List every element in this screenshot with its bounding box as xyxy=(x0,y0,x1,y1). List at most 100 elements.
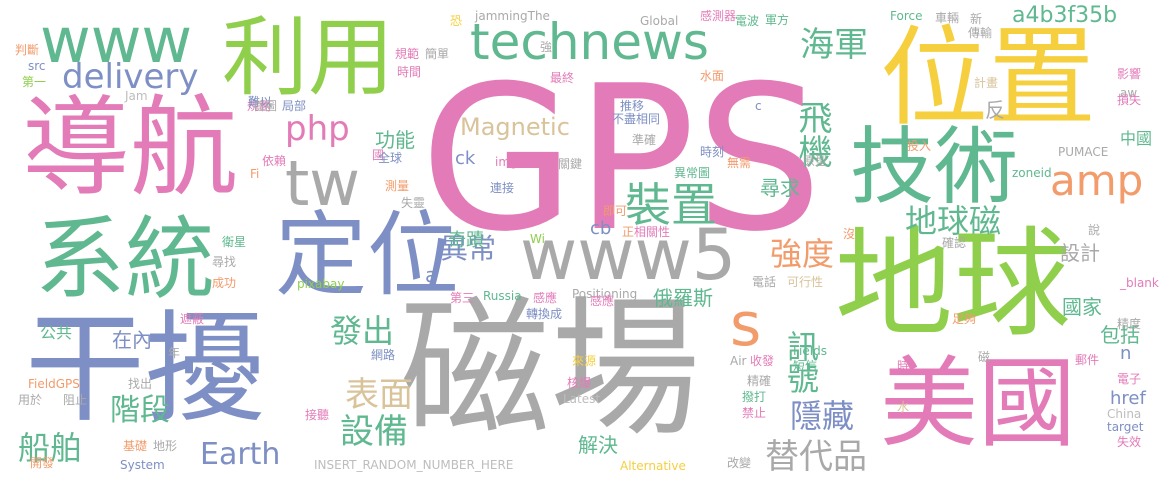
cloud-word: 改變 xyxy=(727,456,752,470)
cloud-word: cb xyxy=(590,218,612,239)
cloud-word: tw xyxy=(285,147,361,220)
cloud-word: 不盡相同 xyxy=(612,112,661,126)
cloud-word: 國家 xyxy=(1062,295,1102,319)
cloud-word: 用於 xyxy=(18,393,43,407)
cloud-word: 俄羅斯 xyxy=(653,286,713,310)
cloud-word: 核爆 xyxy=(567,376,592,390)
cloud-word: Fields xyxy=(793,344,827,358)
cloud-word: 無需 xyxy=(727,156,752,170)
cloud-word: 功能 xyxy=(375,128,415,152)
word-cloud: GPS 磁場 干擾 導航 位置 地球 美國 定位 系統 技術 technews 利用 www tw www5… xyxy=(0,0,1175,482)
cloud-word: 轉換成 xyxy=(526,307,563,321)
cloud-word: 即可 xyxy=(603,204,628,218)
cloud-word: 計畫 xyxy=(974,76,999,90)
cloud-word: Fi xyxy=(250,167,260,181)
cloud-word: 磁 xyxy=(978,350,991,364)
cloud-word: 反 xyxy=(985,98,1005,122)
cloud-word: 設備 xyxy=(340,412,408,452)
cloud-word: 美國 xyxy=(880,347,1077,461)
cloud-word: 損失 xyxy=(1117,93,1142,107)
cloud-word: 推移 xyxy=(620,99,645,113)
cloud-word: 準確 xyxy=(632,133,657,147)
cloud-word: 精度 xyxy=(1117,317,1142,331)
cloud-word: 裝置 xyxy=(625,178,717,232)
cloud-word: src xyxy=(28,59,46,73)
cloud-word: 恐 xyxy=(450,14,463,28)
cloud-word: 解決 xyxy=(578,433,618,457)
cloud-word: 成功 xyxy=(212,276,237,290)
cloud-word: 來源 xyxy=(572,354,597,368)
cloud-word: 公共 xyxy=(40,323,73,342)
cloud-word: 撥打 xyxy=(742,390,767,404)
cloud-word: INSERT_RANDOM_NUMBER_HERE xyxy=(314,458,514,472)
cloud-word: Force xyxy=(890,9,923,23)
cloud-word: 找出 xyxy=(128,377,153,391)
cloud-word: 衛星 xyxy=(222,235,247,249)
cloud-word: 軍方 xyxy=(765,13,790,27)
cloud-word: 簡單 xyxy=(425,47,450,61)
cloud-word: System xyxy=(120,458,165,472)
cloud-word: 隱藏 xyxy=(790,397,855,435)
cloud-word: 傳輸 xyxy=(968,26,993,40)
cloud-word: c xyxy=(755,99,762,113)
cloud-word: amp xyxy=(1050,156,1144,205)
cloud-word: 投入 xyxy=(907,139,932,153)
cloud-word: 遮蔽 xyxy=(180,312,205,326)
cloud-word: pixabay xyxy=(297,277,345,291)
cloud-word: 阻止 xyxy=(63,393,88,407)
cloud-word: 發出 xyxy=(330,312,395,350)
cloud-word: 在內 xyxy=(112,328,152,352)
cloud-word: ck xyxy=(455,148,476,169)
cloud-word: Jam xyxy=(125,89,148,103)
cloud-word: jammingThe xyxy=(475,9,550,23)
cloud-word: 影響 xyxy=(1117,67,1142,81)
cloud-word: 接聽 xyxy=(305,408,330,422)
cloud-word: 替代品 xyxy=(765,437,867,477)
cloud-word: target xyxy=(1107,420,1144,434)
cloud-word: 判斷 xyxy=(15,43,40,57)
cloud-word: 全球 xyxy=(378,151,403,165)
cloud-word: zoneid xyxy=(1012,166,1052,180)
cloud-word: FieldGPS xyxy=(28,377,80,391)
cloud-word: 規範 xyxy=(395,47,420,61)
cloud-word: 說 xyxy=(1088,223,1101,237)
cloud-word: 技術 xyxy=(850,118,1019,216)
cloud-word: 關鍵 xyxy=(558,157,583,171)
cloud-word: 強 xyxy=(540,40,553,54)
cloud-word: 足夠 xyxy=(952,312,977,326)
cloud-word: 相關性 xyxy=(634,225,671,239)
cloud-word: 時間 xyxy=(397,65,422,79)
cloud-word: 失效 xyxy=(1117,435,1142,449)
cloud-word: href xyxy=(1110,388,1146,409)
cloud-word: 原型 xyxy=(803,154,828,168)
cloud-word: Earth xyxy=(200,437,281,472)
cloud-word: 時刻 xyxy=(700,145,725,159)
cloud-word: 網路 xyxy=(371,348,396,362)
cloud-word: s xyxy=(730,290,762,360)
cloud-word: Latest xyxy=(563,392,601,406)
cloud-word: 地球磁 xyxy=(905,202,1002,240)
cloud-word: a xyxy=(425,263,438,287)
cloud-word: 尋求 xyxy=(760,176,800,200)
cloud-word: 確認 xyxy=(942,236,967,250)
cloud-word: 利用 xyxy=(222,8,394,108)
cloud-word: 首圖 xyxy=(253,99,278,113)
cloud-word: 設計 xyxy=(1060,241,1100,265)
cloud-word: 第一 xyxy=(22,75,47,89)
cloud-word: img xyxy=(495,155,518,169)
cloud-word: 收發 xyxy=(750,354,775,368)
cloud-word: 水面 xyxy=(700,69,725,83)
cloud-word: 精確 xyxy=(747,374,772,388)
cloud-word: 感測器 xyxy=(700,9,737,23)
cloud-word: 海軍 xyxy=(800,25,868,65)
cloud-word: 短信 xyxy=(793,359,818,373)
cloud-word: n xyxy=(1120,343,1132,364)
cloud-word: 郵件 xyxy=(1075,353,1100,367)
cloud-word: a4b3f35b xyxy=(1012,3,1118,28)
cloud-word: Russia xyxy=(483,289,522,303)
cloud-word: 禁止 xyxy=(742,406,767,420)
cloud-word: Wi xyxy=(530,232,545,246)
cloud-word: 尋找 xyxy=(212,255,237,269)
cloud-word: 系統 xyxy=(35,207,215,312)
cloud-word: 局部 xyxy=(282,99,307,113)
